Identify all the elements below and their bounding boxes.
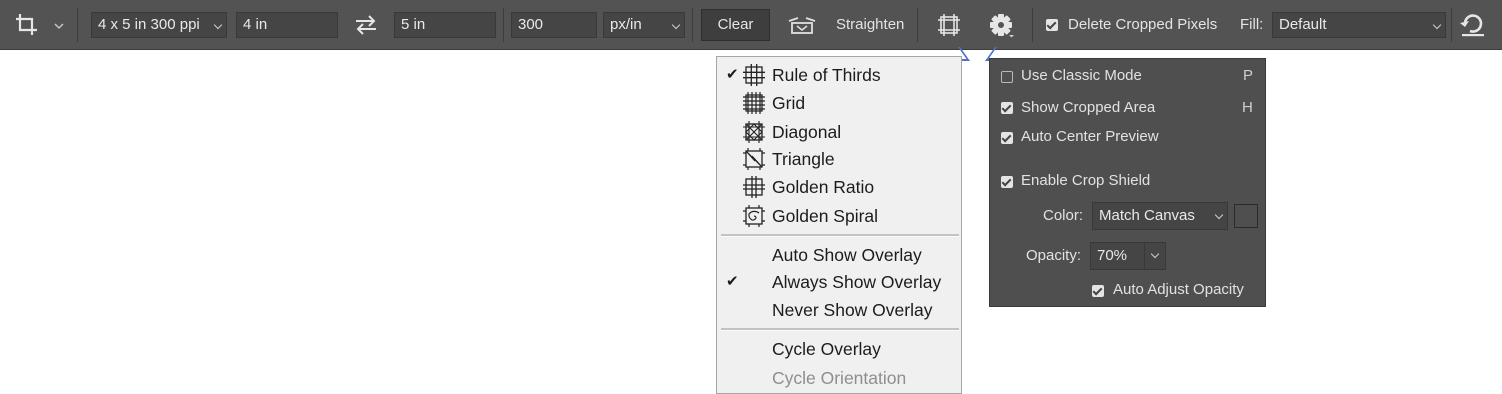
straighten-label: Straighten: [836, 16, 905, 33]
chevron-down-icon: [1214, 210, 1224, 220]
options-bar: 4 x 5 in 300 ppi 4 in 5 in 300 px/in Cle…: [0, 0, 1502, 50]
enable-crop-shield-checkbox[interactable]: [1001, 176, 1013, 188]
menu-separator: [721, 328, 959, 331]
menu-item-label: Auto Show Overlay: [772, 245, 922, 265]
auto-center-preview-label: Auto Center Preview: [1021, 128, 1159, 145]
opacity-label: Opacity:: [1026, 247, 1082, 264]
separator: [917, 8, 918, 42]
overlay-options-button[interactable]: [935, 11, 963, 39]
crop-settings-button[interactable]: [986, 10, 1016, 40]
chevron-down-icon: [1150, 249, 1160, 259]
delete-cropped-pixels-option[interactable]: Delete Cropped Pixels: [1046, 15, 1226, 35]
menu-item-label: Never Show Overlay: [772, 300, 933, 320]
shield-color-value: Match Canvas: [1099, 207, 1195, 224]
show-cropped-area-checkbox[interactable]: [1001, 102, 1013, 114]
menu-item-label: Grid: [772, 93, 806, 113]
shield-color-swatch[interactable]: [1234, 204, 1258, 228]
classic-mode-shortcut: P: [1243, 67, 1254, 84]
separator: [503, 8, 504, 42]
menu-item-label: Golden Spiral: [772, 206, 879, 226]
separator: [692, 8, 693, 42]
resolution-unit-dropdown[interactable]: px/in: [603, 12, 685, 38]
fill-value: Default: [1279, 16, 1327, 33]
rule-of-thirds-icon: [743, 64, 765, 86]
menu-item-label: Diagonal: [772, 122, 842, 142]
chevron-down-icon: [213, 20, 223, 30]
delete-cropped-pixels-checkbox[interactable]: [1046, 19, 1058, 31]
swap-arrows-icon: [356, 15, 376, 35]
fill-label: Fill:: [1240, 16, 1264, 33]
clear-button[interactable]: Clear: [701, 9, 770, 41]
preset-value: 4 x 5 in 300 ppi: [98, 16, 200, 33]
opacity-input[interactable]: 70%: [1090, 242, 1146, 270]
shield-color-dropdown[interactable]: Match Canvas: [1092, 202, 1228, 230]
width-input[interactable]: 4 in: [236, 12, 338, 38]
show-cropped-area-shortcut: H: [1242, 99, 1253, 116]
enable-crop-shield-label: Enable Crop Shield: [1021, 172, 1151, 189]
menu-item-label: Triangle: [772, 149, 835, 169]
gear-icon: [990, 14, 1014, 38]
show-cropped-area-label: Show Cropped Area: [1021, 99, 1156, 116]
chevron-down-icon: [1432, 20, 1442, 30]
chevron-down-icon: [54, 23, 64, 29]
auto-center-preview-checkbox[interactable]: [1001, 132, 1013, 144]
resolution-unit-value: px/in: [610, 16, 642, 33]
height-input[interactable]: 5 in: [394, 12, 496, 38]
crop-tool-preset-picker[interactable]: [8, 10, 70, 40]
triangle-icon: [743, 148, 765, 170]
reset-icon: [1460, 14, 1484, 37]
menu-item-label: Always Show Overlay: [772, 272, 942, 292]
auto-adjust-opacity-checkbox[interactable]: [1092, 285, 1104, 297]
menu-item-label: Golden Ratio: [772, 177, 875, 197]
fill-dropdown[interactable]: Default: [1272, 12, 1446, 38]
golden-spiral-icon: [743, 205, 765, 227]
swap-dimensions-button[interactable]: [352, 12, 380, 38]
classic-mode-checkbox[interactable]: [1001, 71, 1013, 83]
menu-item-label: Cycle Overlay: [772, 339, 881, 359]
shield-color-label: Color:: [1043, 207, 1084, 224]
crop-settings-panel: Use Classic Mode P Show Cropped Area H A…: [989, 58, 1266, 307]
resolution-input[interactable]: 300: [511, 12, 597, 38]
straighten-icon: [788, 17, 816, 34]
straighten-button[interactable]: Straighten: [786, 12, 908, 38]
diagonal-icon: [743, 121, 765, 143]
rule-of-thirds-icon: [938, 14, 960, 36]
classic-mode-label: Use Classic Mode: [1021, 67, 1142, 84]
preset-dropdown[interactable]: 4 x 5 in 300 ppi: [91, 12, 227, 38]
opacity-slider-toggle[interactable]: [1144, 242, 1166, 270]
menu-item-label: Cycle Orientation: [772, 368, 907, 388]
overlay-options-menu: ✔ Rule of Thirds Grid Diagonal Triangle: [716, 56, 962, 394]
check-icon: ✔: [726, 66, 739, 83]
auto-adjust-opacity-label: Auto Adjust Opacity: [1113, 281, 1244, 298]
crop-tool-icon: [16, 14, 37, 35]
golden-ratio-icon: [743, 176, 765, 198]
check-icon: ✔: [726, 273, 739, 290]
menu-separator: [721, 234, 959, 237]
reset-button[interactable]: [1458, 11, 1488, 39]
grid-icon: [743, 92, 765, 114]
chevron-down-icon: [671, 20, 681, 30]
separator: [1451, 8, 1452, 42]
separator: [1032, 8, 1033, 42]
delete-cropped-pixels-label: Delete Cropped Pixels: [1068, 16, 1218, 33]
separator: [77, 8, 78, 42]
menu-item-label: Rule of Thirds: [772, 65, 881, 85]
